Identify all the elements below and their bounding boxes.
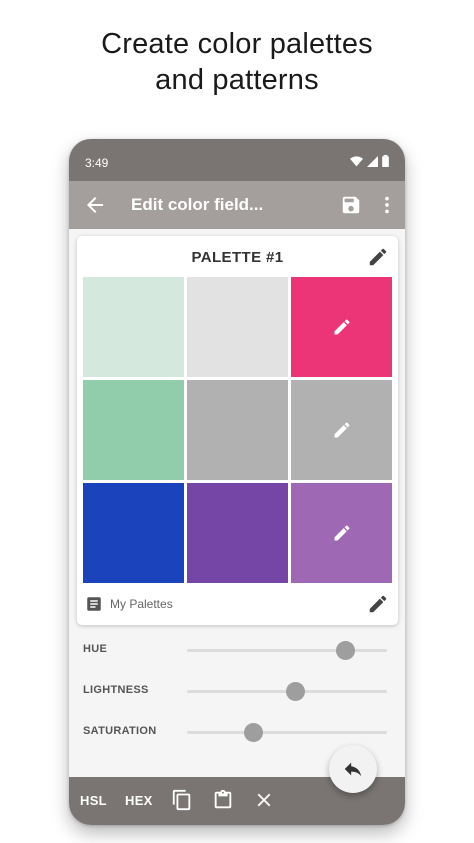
palette-collection-link[interactable]: My Palettes	[110, 597, 173, 611]
saturation-slider-row: SATURATION	[69, 717, 405, 747]
status-time: 3:49	[85, 156, 109, 170]
hue-slider-row: HUE	[69, 635, 405, 665]
back-arrow-icon[interactable]	[83, 193, 107, 217]
edit-swatch-icon[interactable]	[332, 523, 352, 543]
clipboard-icon[interactable]	[212, 789, 234, 811]
save-icon[interactable]	[340, 194, 362, 216]
palette-title: PALETTE #1	[191, 249, 284, 266]
close-icon[interactable]	[253, 789, 275, 811]
headline-line-2: and patterns	[155, 64, 319, 96]
hue-label: HUE	[83, 643, 108, 655]
color-swatch-7[interactable]	[83, 483, 184, 583]
edit-collection-icon[interactable]	[367, 593, 389, 615]
lightness-slider-thumb[interactable]	[286, 682, 305, 701]
hue-slider-thumb[interactable]	[336, 641, 355, 660]
color-swatch-5[interactable]	[187, 380, 288, 480]
battery-icon	[382, 155, 389, 167]
headline-line-1: Create color palettes	[101, 28, 373, 60]
color-swatch-1[interactable]	[83, 277, 184, 377]
app-bar: Edit color field...	[69, 181, 405, 229]
color-swatch-3[interactable]	[291, 277, 392, 377]
edit-swatch-icon[interactable]	[332, 317, 352, 337]
copy-icon[interactable]	[171, 789, 193, 811]
phone-frame: 3:49 Edit color field... PALETTE #1 My P…	[69, 139, 405, 825]
status-bar: 3:49	[69, 139, 405, 181]
wifi-icon	[350, 155, 363, 166]
hsl-mode-button[interactable]: HSL	[80, 793, 107, 808]
page-title: Edit color field...	[131, 195, 264, 214]
undo-fab[interactable]	[329, 745, 377, 793]
reply-icon	[344, 762, 362, 777]
lightness-slider-row: LIGHTNESS	[69, 676, 405, 706]
color-swatch-4[interactable]	[83, 380, 184, 480]
headline: Create color palettes and patterns	[0, 26, 474, 98]
status-icons	[350, 155, 389, 167]
saturation-slider-track[interactable]	[187, 723, 387, 742]
color-swatch-9[interactable]	[291, 483, 392, 583]
signal-icon	[367, 155, 378, 167]
notes-icon	[87, 597, 101, 611]
lightness-label: LIGHTNESS	[83, 684, 149, 696]
more-vert-icon[interactable]	[378, 194, 396, 216]
color-swatch-6[interactable]	[291, 380, 392, 480]
saturation-label: SATURATION	[83, 725, 157, 737]
lightness-slider-track[interactable]	[187, 682, 387, 701]
palette-card: PALETTE #1 My Palettes	[77, 236, 398, 625]
hue-slider-track[interactable]	[187, 641, 387, 660]
hex-mode-button[interactable]: HEX	[125, 793, 153, 808]
color-swatch-2[interactable]	[187, 277, 288, 377]
saturation-slider-thumb[interactable]	[244, 723, 263, 742]
edit-palette-name-icon[interactable]	[367, 246, 389, 268]
edit-swatch-icon[interactable]	[332, 420, 352, 440]
color-swatch-8[interactable]	[187, 483, 288, 583]
